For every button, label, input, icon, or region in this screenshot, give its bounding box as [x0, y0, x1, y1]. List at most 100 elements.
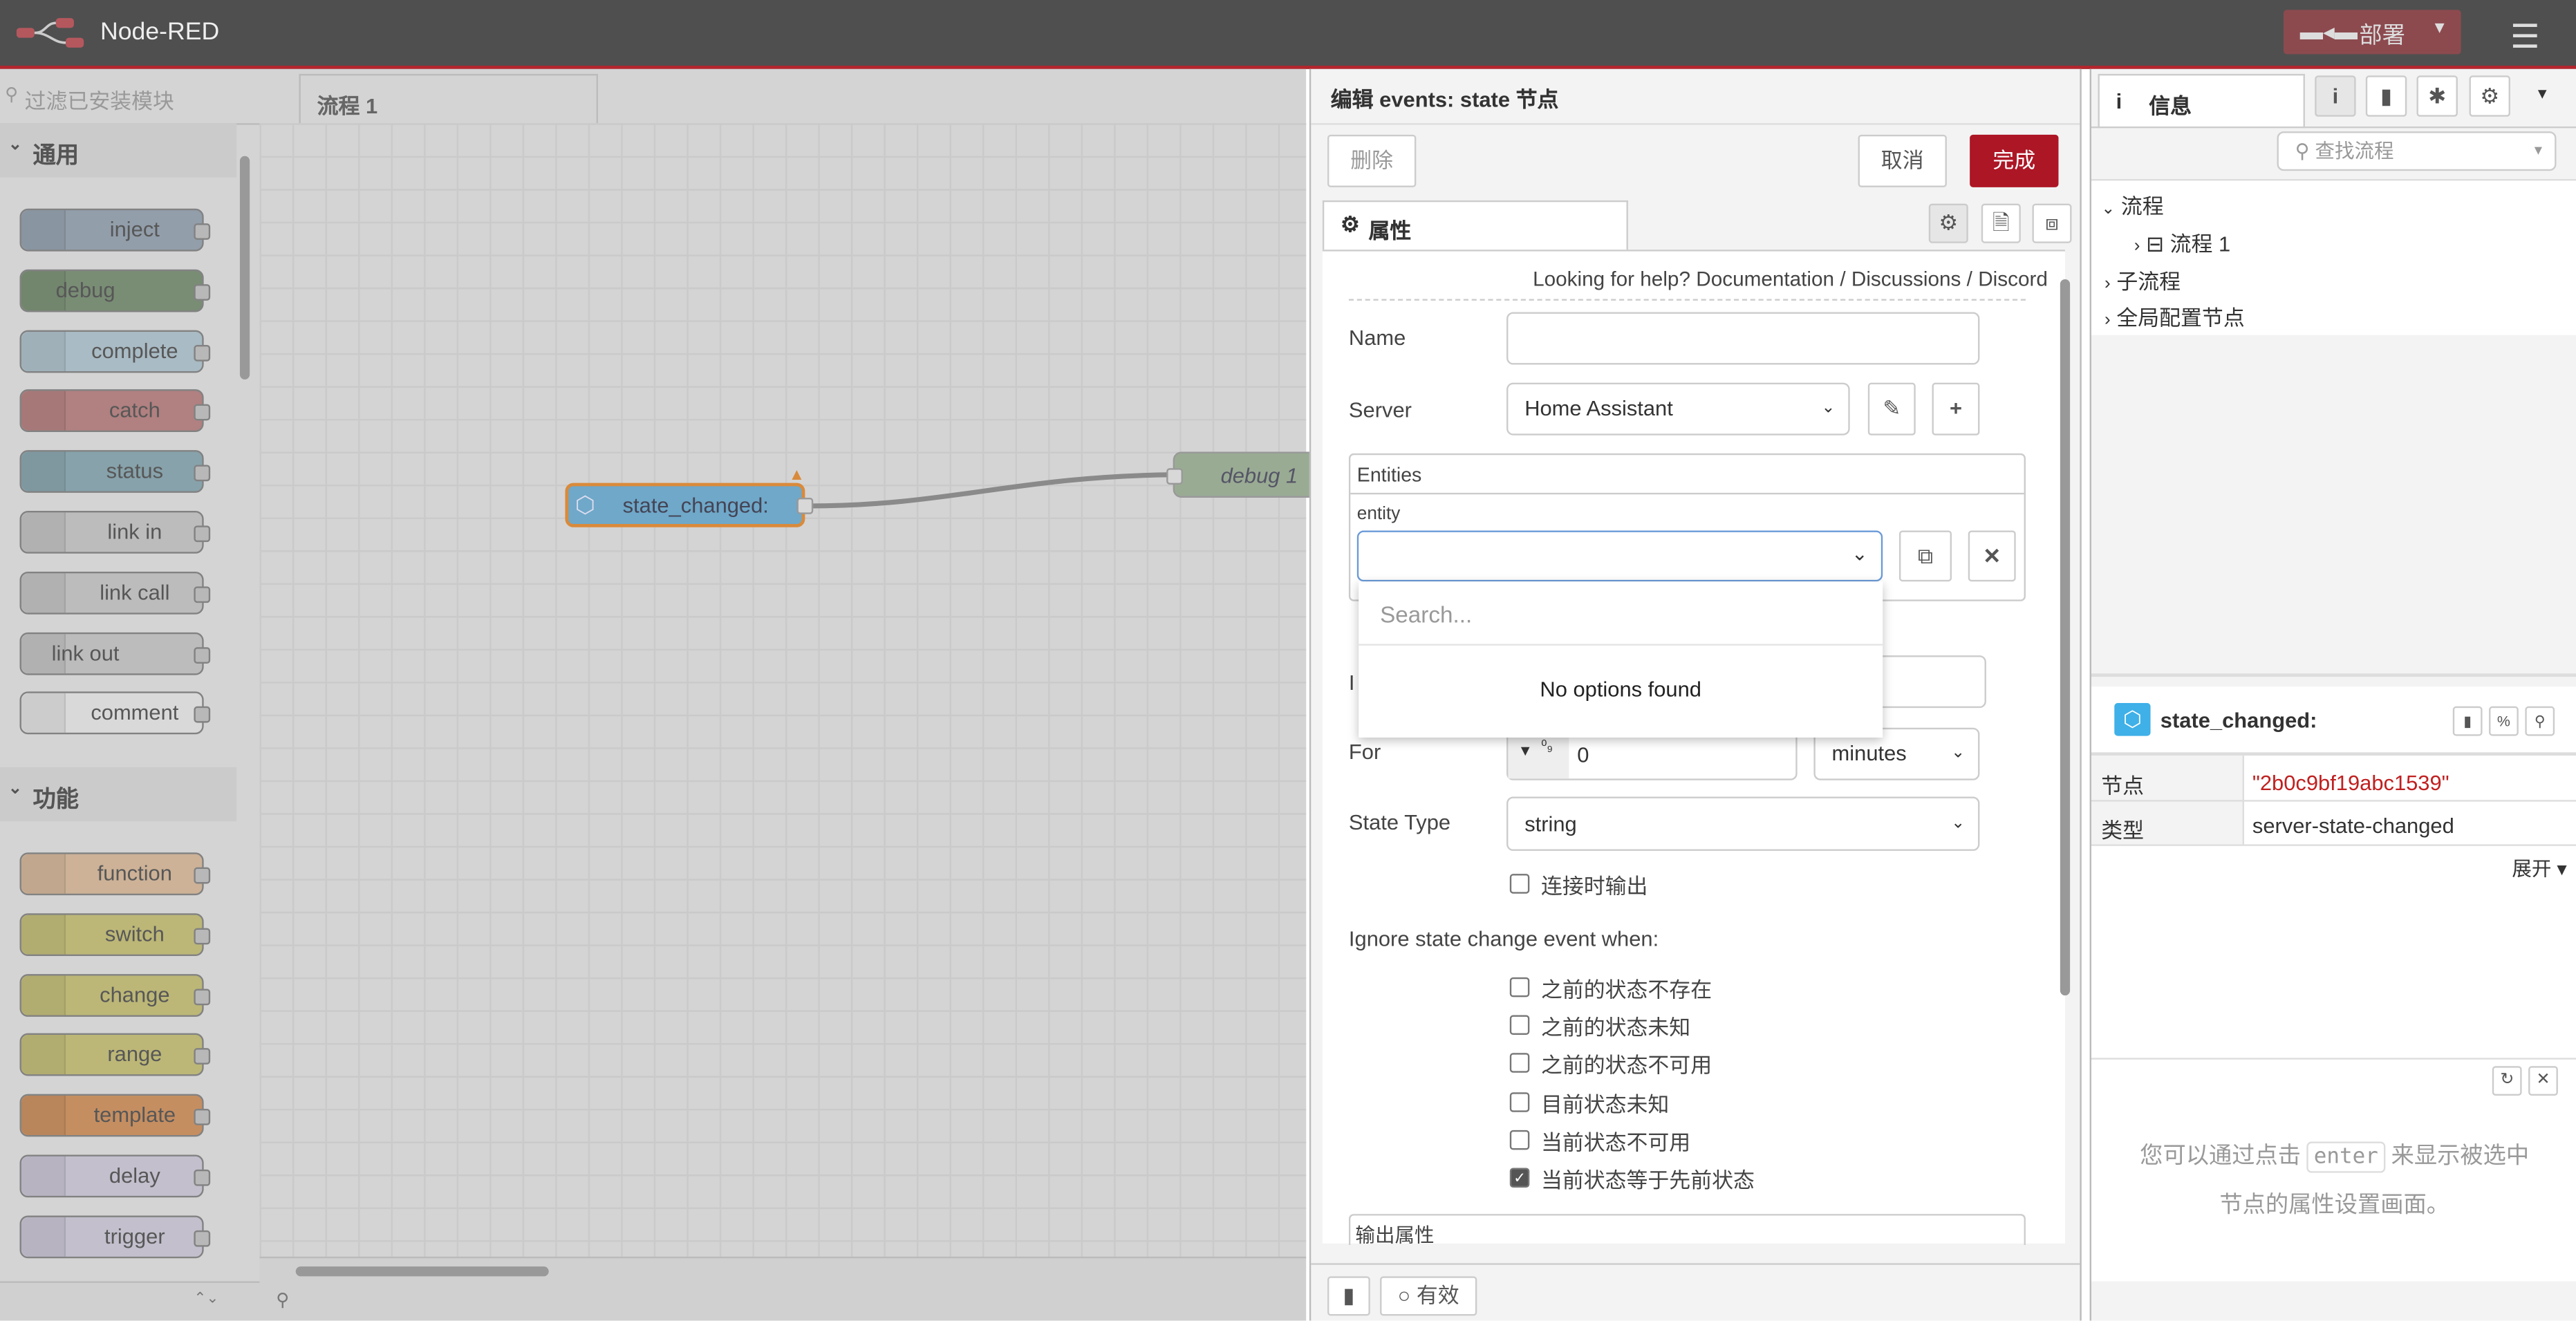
output-port[interactable] [796, 498, 814, 514]
palette-node-status[interactable]: status [19, 450, 211, 494]
properties-form: Looking for help? Documentation / Discus… [1322, 250, 2065, 1247]
form-scrollbar[interactable] [2060, 279, 2071, 996]
palette-scrollbar[interactable] [239, 156, 250, 380]
description-icon[interactable]: 🗎 [1981, 203, 2021, 243]
state-type-select[interactable]: string ⌄ [1506, 796, 1980, 851]
palette-node-range[interactable]: range [19, 1033, 211, 1077]
expand-toggle[interactable]: 展开 ▾ [2512, 854, 2566, 882]
node-state-changed[interactable]: ⬡ state_changed: ▲ [565, 467, 814, 527]
for-label: For [1348, 739, 1381, 764]
palette-node-link-out[interactable]: link out [19, 631, 211, 675]
appearance-icon[interactable]: ⧈ [2032, 203, 2072, 243]
cancel-button[interactable]: 取消 [1858, 134, 1947, 187]
tab-info[interactable]: i 信息 [2098, 73, 2305, 129]
pencil-icon: ✎ [1883, 395, 1901, 421]
done-button[interactable]: 完成 [1970, 134, 2059, 187]
horizontal-scrollbar[interactable] [295, 1266, 549, 1277]
ignore-option-checkbox[interactable]: ✓ [1509, 1168, 1530, 1188]
help-tab-icon[interactable]: ▮ [2365, 75, 2407, 117]
node-help-icon[interactable]: ▮ [2452, 706, 2483, 736]
palette-category-common[interactable]: ⌄ 通用 [0, 123, 237, 178]
state-type-label: State Type [1348, 809, 1451, 835]
main-menu-icon[interactable]: ☰ [2510, 17, 2540, 57]
palette-node-link-call[interactable]: link call [19, 571, 211, 615]
palette-node-label: range [107, 1042, 162, 1067]
chevron-down-icon: ⌄ [8, 780, 22, 798]
help-book-icon[interactable]: ▮ [1327, 1276, 1370, 1316]
palette-search-input[interactable]: ⚲ 过滤已安装模块 [0, 69, 260, 125]
deploy-button[interactable]: ▬◂▬ 部署 ▼ [2284, 10, 2461, 55]
discord-link[interactable]: Discord [1978, 268, 2048, 290]
tab-flow-1[interactable]: 流程 1 [299, 73, 598, 124]
discussions-link[interactable]: Discussions [1851, 268, 1961, 290]
tab-properties[interactable]: ⚙ 属性 [1322, 200, 1628, 252]
palette-node-inject[interactable]: inject [19, 208, 211, 252]
app-title: Node-RED [100, 18, 220, 46]
output-port [194, 223, 211, 240]
enabled-toggle[interactable]: ○ 有效 [1380, 1276, 1477, 1316]
splitter[interactable] [2091, 673, 2576, 677]
delete-button[interactable]: 删除 [1327, 134, 1417, 187]
node-label: debug 1 [1220, 463, 1298, 488]
palette-node-complete[interactable]: complete [19, 329, 211, 373]
node-properties-icon[interactable]: ⚙ [1928, 203, 1968, 243]
sidebar-menu-icon[interactable]: ▼ [2535, 86, 2550, 102]
palette-node-debug[interactable]: debug [19, 269, 211, 312]
ignore-option-checkbox[interactable] [1509, 1130, 1530, 1150]
palette-node-label: status [106, 458, 164, 484]
node-icon [21, 1096, 66, 1136]
server-select[interactable]: Home Assistant ⌄ [1506, 382, 1850, 435]
palette-node-trigger[interactable]: trigger [19, 1215, 211, 1258]
flow-search-input[interactable]: ⚲ 查找流程 ▼ [2277, 131, 2557, 171]
copy-entity-button[interactable]: ⧉ [1898, 530, 1952, 582]
palette-node-comment[interactable]: comment [19, 692, 211, 736]
entity-select[interactable]: ⌄ [1356, 530, 1883, 582]
palette-node-delay[interactable]: delay [19, 1154, 211, 1198]
debug-tab-icon[interactable]: ✱ [2416, 75, 2458, 117]
tree-item-global-config[interactable]: › 全局配置节点 [2104, 301, 2245, 332]
palette-node-function[interactable]: function [19, 852, 211, 896]
input-port[interactable] [1166, 468, 1183, 485]
edit-server-button[interactable]: ✎ [1867, 382, 1916, 435]
node-icon [21, 210, 66, 250]
output-on-connect-checkbox[interactable] [1509, 874, 1530, 894]
chevron-down-icon: ⌄ [1821, 399, 1836, 418]
documentation-link[interactable]: Documentation [1696, 268, 1834, 290]
close-icon[interactable]: ✕ [2528, 1066, 2558, 1096]
config-tab-icon[interactable]: ⚙ [2469, 75, 2510, 117]
remove-entity-button[interactable]: ✕ [1968, 530, 2016, 582]
tree-item-subflows[interactable]: › 子流程 [2104, 265, 2181, 296]
tree-item-flows[interactable]: ⌄ 流程 [2101, 189, 2163, 220]
palette-node-change[interactable]: change [19, 973, 211, 1016]
palette-category-function[interactable]: ⌄ 功能 [0, 767, 237, 822]
dropdown-search-input[interactable]: Search... [1380, 601, 1472, 628]
add-server-button[interactable]: + [1932, 382, 1980, 435]
home-assistant-icon: ⬡ [2114, 703, 2151, 736]
home-assistant-icon: ⬡ [575, 491, 595, 518]
info-tab-icon[interactable]: i [2315, 75, 2356, 117]
refresh-icon[interactable]: ↻ [2492, 1066, 2522, 1096]
workspace-canvas[interactable]: ⬡ state_changed: ▲ debug 1 [259, 123, 1321, 1257]
name-input[interactable] [1506, 312, 1980, 365]
output-properties-box: 输出属性 [1348, 1214, 2026, 1247]
node-title: state_changed: [2160, 708, 2317, 733]
link-icon[interactable]: % [2489, 706, 2519, 736]
ignore-option-checkbox[interactable] [1509, 1053, 1530, 1074]
caret-down-icon: ▼ [1518, 742, 1533, 759]
collapse-all-icon[interactable]: ⌃⌄ [194, 1289, 218, 1307]
chevron-down-icon: ⌄ [1951, 744, 1966, 762]
palette-node-switch[interactable]: switch [19, 912, 211, 956]
ignore-option-checkbox[interactable] [1509, 1015, 1530, 1036]
palette-node-template[interactable]: template [19, 1094, 211, 1137]
ignore-option-checkbox[interactable] [1509, 977, 1530, 997]
output-port [194, 585, 211, 603]
ignore-option-checkbox[interactable] [1509, 1092, 1530, 1112]
search-node-icon[interactable]: ⚲ [2525, 706, 2555, 736]
tree-item-flow-1[interactable]: › ⊟ 流程 1 [2134, 227, 2230, 258]
palette-node-link-in[interactable]: link in [19, 511, 211, 554]
node-icon [21, 331, 66, 371]
search-icon[interactable]: ⚲ [276, 1289, 289, 1311]
palette-node-catch[interactable]: catch [19, 390, 211, 433]
deploy-dropdown-icon[interactable]: ▼ [2432, 20, 2448, 38]
node-debug-1[interactable]: debug 1 [1166, 451, 1321, 498]
